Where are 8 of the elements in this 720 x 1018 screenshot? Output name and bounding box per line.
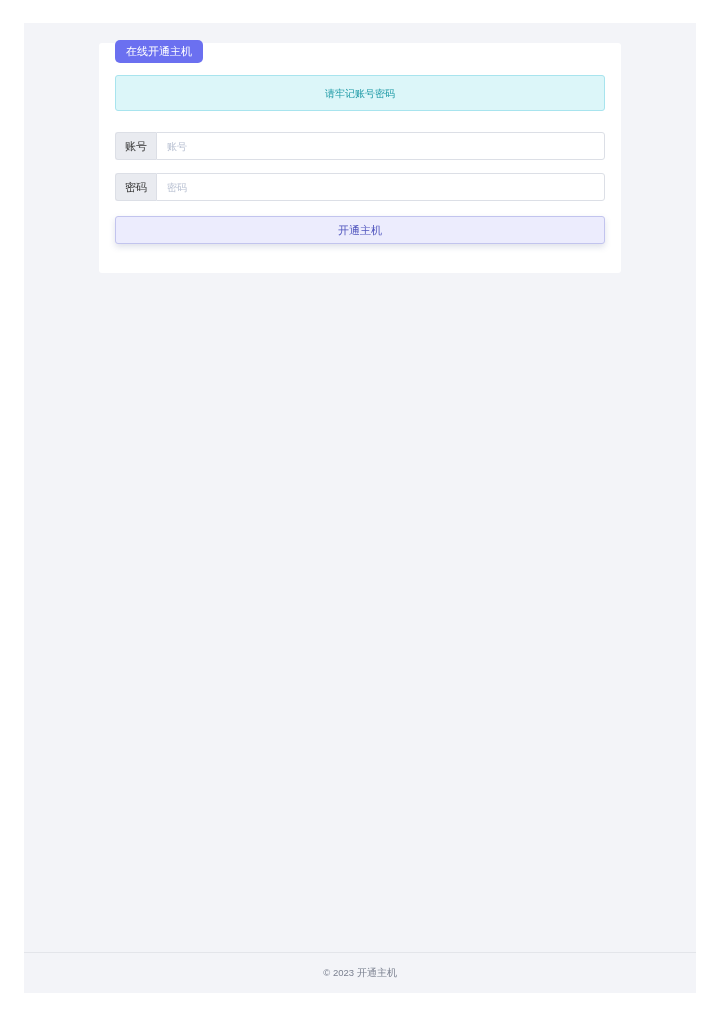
field-label: 账号 [115,132,156,160]
submit-button[interactable]: 开通主机 [115,216,605,244]
input-field[interactable]: 密码 [156,173,605,201]
title-badge: 在线开通主机 [115,40,203,63]
copyright-text: © 2023 开通主机 [323,965,397,980]
input-field[interactable]: 账号 [156,132,605,160]
field-label: 密码 [115,173,156,201]
notice-alert: 请牢记账号密码 [115,75,605,111]
